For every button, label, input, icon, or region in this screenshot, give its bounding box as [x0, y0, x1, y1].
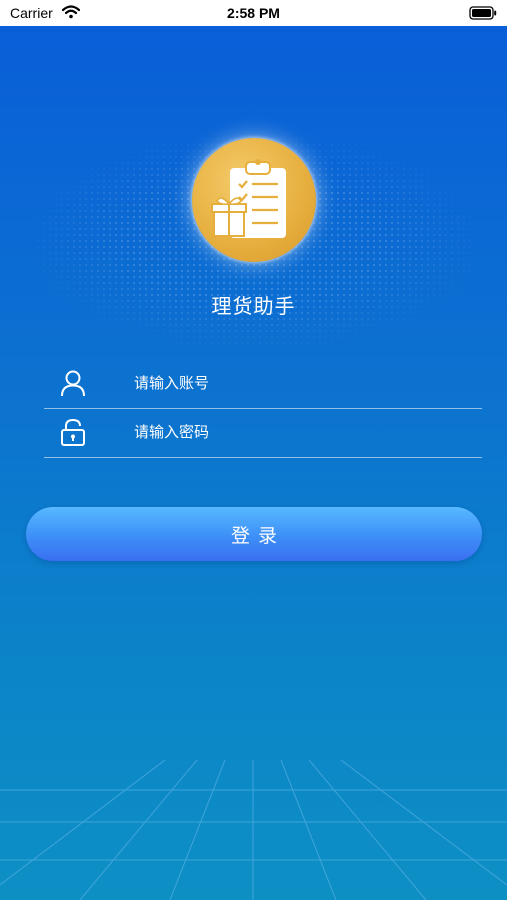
account-input[interactable] [134, 368, 464, 398]
password-field-row [44, 407, 482, 458]
app-title: 理货助手 [211, 294, 296, 318]
floor-grid-background [0, 760, 507, 900]
user-icon [60, 369, 86, 401]
status-bar: Carrier 2:58 PM [0, 0, 507, 26]
status-time: 2:58 PM [227, 5, 280, 21]
login-screen: 理货助手 登录 [0, 26, 507, 900]
lock-icon [60, 418, 86, 450]
battery-icon [469, 6, 497, 23]
login-button[interactable]: 登录 [26, 507, 482, 561]
app-logo [192, 138, 316, 262]
account-field-row [44, 358, 482, 409]
password-input[interactable] [134, 417, 464, 447]
clipboard-gift-icon [211, 159, 286, 238]
